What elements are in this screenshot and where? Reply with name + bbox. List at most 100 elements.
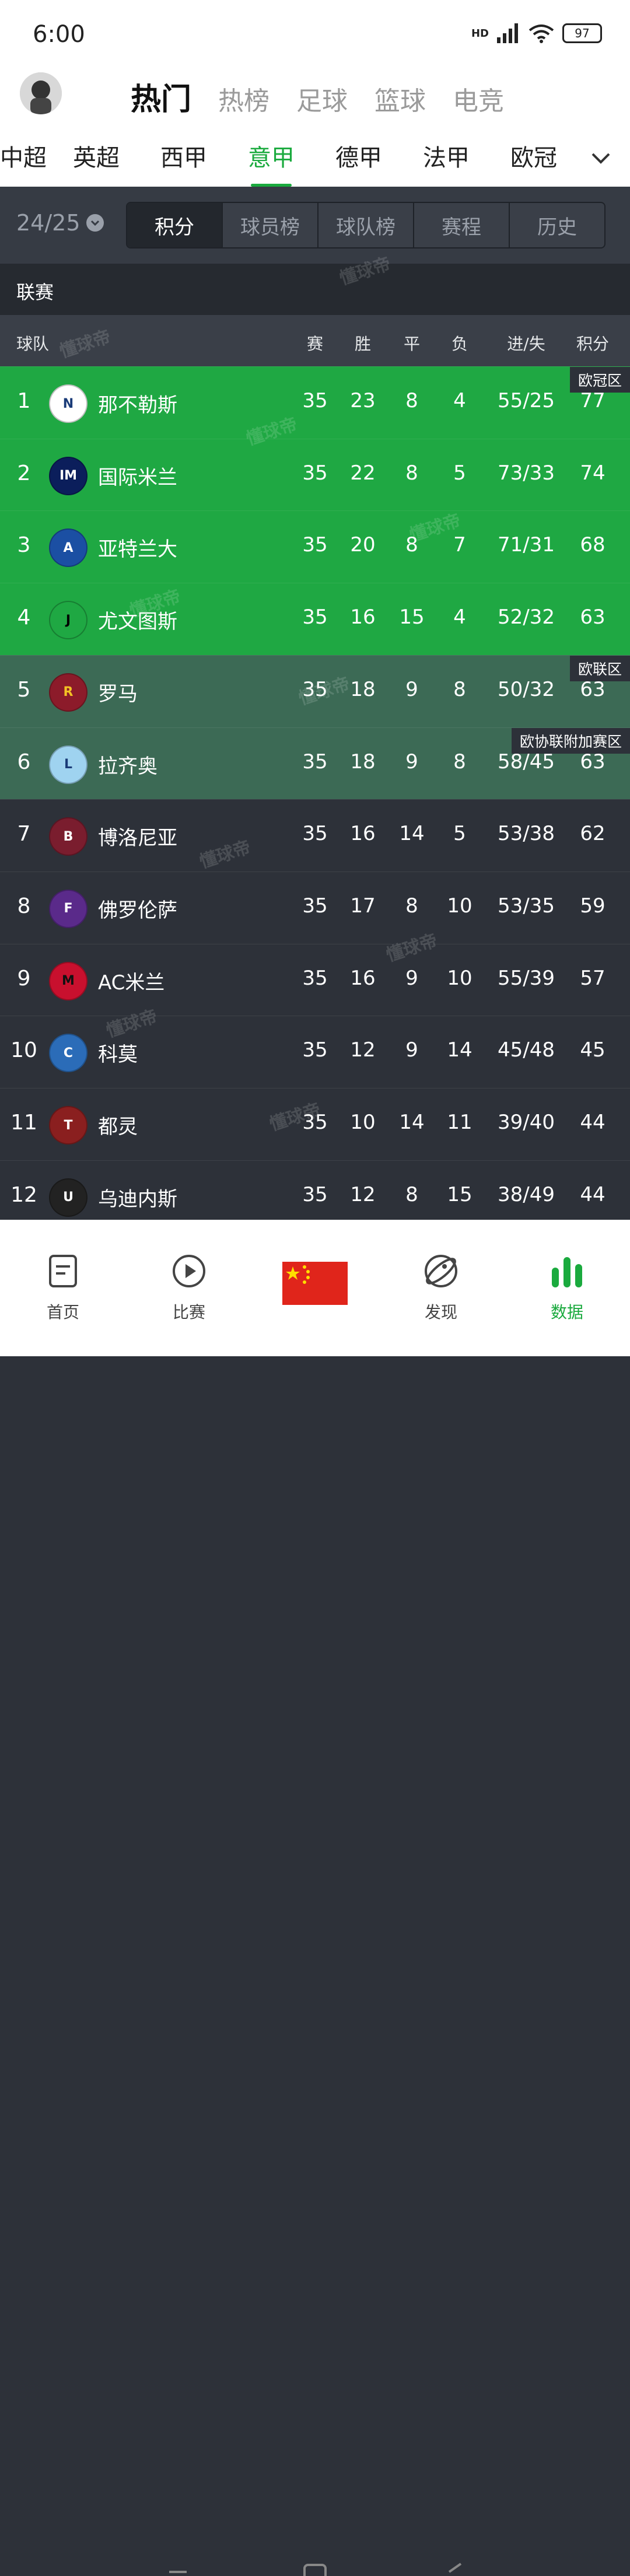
lost-cell: 8 (453, 750, 466, 774)
nav-home[interactable]: 首页 (22, 1252, 104, 1323)
tab-trending[interactable]: 热榜 (218, 80, 270, 117)
signal-icon (497, 23, 518, 43)
won-cell: 10 (350, 1111, 376, 1134)
played-cell: 35 (302, 389, 328, 412)
team-name: 亚特兰大 (98, 538, 177, 562)
league-tab-epl[interactable]: 英超 (52, 139, 140, 187)
table-row[interactable]: 7 B 博洛尼亚 35 16 14 5 53/38 62 (0, 799, 630, 872)
points-cell: 44 (580, 1111, 606, 1134)
played-cell: 35 (302, 533, 328, 557)
nav-matches-label: 比赛 (172, 1303, 205, 1322)
goals-cell: 38/49 (498, 1182, 555, 1206)
segment-history[interactable]: 历史 (510, 203, 604, 247)
chevron-down-circle-icon (86, 214, 104, 232)
drawn-cell: 9 (405, 1038, 418, 1062)
goals-cell: 45/48 (498, 1038, 555, 1062)
team-logo-icon: R (49, 673, 88, 712)
league-tabs: 中超 英超 西甲 意甲 德甲 法甲 欧冠 (0, 139, 630, 187)
lost-cell: 11 (447, 1111, 473, 1134)
league-tab-seriea[interactable]: 意甲 (228, 139, 315, 187)
season-label: 24/25 (16, 210, 80, 236)
segment-teams[interactable]: 球队榜 (318, 203, 414, 247)
rank-cell: 12 (10, 1182, 37, 1207)
league-tab-laliga[interactable]: 西甲 (140, 139, 228, 187)
top-tabs: 热门 热榜 足球 篮球 电竞 (131, 75, 504, 118)
lost-cell: 5 (453, 822, 466, 846)
played-cell: 35 (302, 1111, 328, 1134)
team-logo-icon: T (49, 1106, 88, 1144)
nav-home-label: 首页 (46, 1303, 79, 1322)
played-cell: 35 (302, 1038, 328, 1062)
document-icon (49, 1255, 77, 1287)
drawn-cell: 8 (405, 1182, 418, 1206)
goals-cell: 52/32 (498, 606, 555, 629)
chevron-down-icon[interactable] (589, 146, 612, 169)
won-cell: 16 (350, 822, 376, 846)
league-label-row: 联赛 (0, 264, 630, 315)
team-name: 科莫 (98, 1043, 138, 1067)
drawn-cell: 15 (399, 606, 425, 629)
goals-cell: 73/33 (498, 461, 555, 485)
tab-hot[interactable]: 热门 (131, 75, 191, 118)
league-label: 联赛 (16, 281, 54, 303)
table-row[interactable]: 9 M AC米兰 35 16 9 10 55/39 57 (0, 943, 630, 1016)
points-cell: 57 (580, 966, 606, 990)
zone-label-uecl: 欧协联附加赛区 (511, 727, 630, 754)
table-row[interactable]: 5 R 罗马 35 18 9 8 50/32 63 欧联区 (0, 654, 630, 727)
table-row[interactable]: 10 C 科莫 35 12 9 14 45/48 45 (0, 1016, 630, 1088)
table-row[interactable]: 1 N 那不勒斯 35 23 8 4 55/25 77 欧冠区 (0, 366, 630, 439)
table-row[interactable]: 4 J 尤文图斯 35 16 15 4 52/32 63 (0, 583, 630, 656)
played-cell: 35 (302, 750, 328, 774)
lost-cell: 4 (453, 606, 466, 629)
header: 热门 热榜 足球 篮球 电竞 中超 英超 西甲 意甲 德甲 法甲 欧冠 (0, 64, 630, 187)
rank-cell: 2 (17, 461, 31, 485)
drawn-cell: 8 (405, 533, 418, 557)
table-row[interactable]: 8 F 佛罗伦萨 35 17 8 10 53/35 59 (0, 871, 630, 944)
avatar[interactable] (20, 72, 62, 114)
drawn-cell: 9 (405, 750, 418, 774)
points-cell: 45 (580, 1038, 606, 1062)
table-row[interactable]: 6 L 拉齐奥 35 18 9 8 58/45 63 欧协联附加赛区 (0, 727, 630, 800)
team-logo-icon: IM (49, 456, 88, 495)
status-bar: 6:00 HD 97 (0, 0, 630, 64)
rank-cell: 3 (17, 533, 31, 558)
table-row[interactable]: 2 IM 国际米兰 35 22 8 5 73/33 74 (0, 438, 630, 511)
nav-discover[interactable]: 发现 (400, 1252, 482, 1323)
lost-cell: 8 (453, 677, 466, 701)
goals-cell: 39/40 (498, 1111, 555, 1134)
season-selector[interactable]: 24/25 (16, 210, 104, 236)
tab-football[interactable]: 足球 (296, 80, 348, 117)
league-tab-csl[interactable]: 中超 (0, 139, 52, 187)
segment-players[interactable]: 球员榜 (223, 203, 318, 247)
goals-cell: 58/45 (498, 750, 555, 774)
team-name: 都灵 (98, 1115, 138, 1139)
battery-level: 97 (575, 26, 590, 40)
team-name: 国际米兰 (98, 466, 177, 489)
rank-cell: 11 (10, 1111, 37, 1135)
system-nav-bar (169, 2563, 462, 2576)
league-tab-ligue1[interactable]: 法甲 (402, 139, 490, 187)
filter-bar: 24/25 积分 球员榜 球队榜 赛程 历史 (0, 187, 630, 264)
played-cell: 35 (302, 966, 328, 990)
china-flag-icon[interactable] (282, 1262, 348, 1305)
team-name: AC米兰 (98, 971, 165, 995)
played-cell: 35 (302, 677, 328, 701)
tab-esports[interactable]: 电竞 (453, 80, 504, 117)
points-cell: 63 (580, 677, 606, 701)
nav-data[interactable]: 数据 (526, 1252, 608, 1323)
league-tab-ucl[interactable]: 欧冠 (490, 139, 578, 187)
zone-label-uel: 欧联区 (569, 655, 630, 681)
drawn-cell: 8 (405, 389, 418, 412)
rank-cell: 8 (17, 894, 31, 918)
tab-basketball[interactable]: 篮球 (374, 80, 426, 117)
rank-cell: 6 (17, 750, 31, 774)
nav-matches[interactable]: 比赛 (148, 1252, 230, 1323)
nav-data-label: 数据 (550, 1303, 583, 1322)
points-cell: 44 (580, 1182, 606, 1206)
table-row[interactable]: 11 T 都灵 35 10 14 11 39/40 44 (0, 1088, 630, 1160)
league-tab-bundesliga[interactable]: 德甲 (315, 139, 402, 187)
segment-schedule[interactable]: 赛程 (414, 203, 510, 247)
team-logo-icon: M (49, 961, 88, 1000)
segment-standings[interactable]: 积分 (127, 203, 223, 247)
table-row[interactable]: 3 A 亚特兰大 35 20 8 7 71/31 68 (0, 510, 630, 583)
